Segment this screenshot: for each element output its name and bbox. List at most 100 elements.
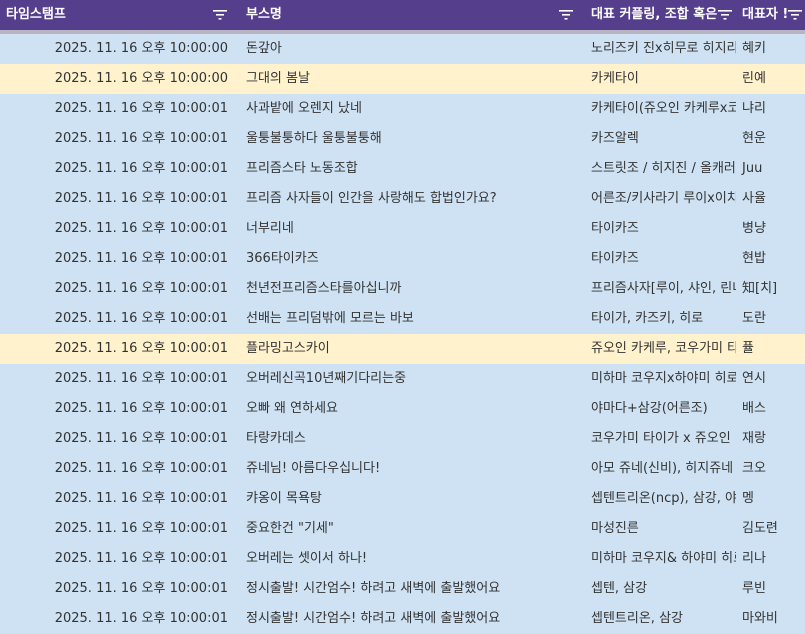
representative-cell[interactable]: 크오 [736,454,805,484]
timestamp-cell[interactable]: 2025. 11. 16 오후 10:00:00 [0,34,234,64]
representative-cell[interactable]: 멩 [736,484,805,514]
booth-name-cell[interactable]: 캬옹이 목욕탕 [240,484,585,514]
table-row[interactable]: 2025. 11. 16 오후 10:00:01 너부리네 타이카즈 병냥 [0,214,805,244]
couple-cell[interactable]: 야마다+삼강(어른조) [585,394,736,424]
couple-cell[interactable]: 미하마 코우지& 하야미 히로 [585,544,736,574]
table-row[interactable]: 2025. 11. 16 오후 10:00:01 정시출발! 시간엄수! 하려고 … [0,604,805,634]
couple-cell[interactable]: 타이가, 카즈키, 히로 [585,304,736,334]
timestamp-cell[interactable]: 2025. 11. 16 오후 10:00:01 [0,424,234,454]
representative-cell[interactable]: 리나 [736,544,805,574]
booth-name-cell[interactable]: 정시출발! 시간엄수! 하려고 새벽에 출발했어요 [240,574,585,604]
table-row[interactable]: 2025. 11. 16 오후 10:00:00 돈갚아 노리즈키 진x히무로 히지… [0,34,805,64]
booth-name-cell[interactable]: 선배는 프리덤밖에 모르는 바보 [240,304,585,334]
booth-name-cell[interactable]: 울퉁불퉁하다 울퉁불퉁해 [240,124,585,154]
table-row[interactable]: 2025. 11. 16 오후 10:00:01 오버레는 셋이서 하나! 미하마 … [0,544,805,574]
timestamp-cell[interactable]: 2025. 11. 16 오후 10:00:01 [0,574,234,604]
column-header-timestamp[interactable]: 타임스탬프 [0,0,240,30]
timestamp-cell[interactable]: 2025. 11. 16 오후 10:00:01 [0,544,234,574]
couple-cell[interactable]: 마성진른 [585,514,736,544]
representative-cell[interactable]: 배스 [736,394,805,424]
couple-cell[interactable]: 카케타이(쥬오인 카케루x코 [585,94,736,124]
couple-cell[interactable]: 스트릿조 / 히지진 / 올캐러 [585,154,736,184]
booth-name-cell[interactable]: 쥬네님! 아름다우십니다! [240,454,585,484]
couple-cell[interactable]: 어른조/키사라기 루이x이치 [585,184,736,214]
booth-name-cell[interactable]: 그대의 봄날 [240,64,585,94]
representative-cell[interactable]: 마와비 [736,604,805,634]
couple-cell[interactable]: 미하마 코우지x하야미 히로 [585,364,736,394]
filter-icon[interactable] [559,9,573,21]
timestamp-cell[interactable]: 2025. 11. 16 오후 10:00:01 [0,124,234,154]
table-row[interactable]: 2025. 11. 16 오후 10:00:01 선배는 프리덤밖에 모르는 바보… [0,304,805,334]
booth-name-cell[interactable]: 프리즘스타 노동조합 [240,154,585,184]
table-row[interactable]: 2025. 11. 16 오후 10:00:01 캬옹이 목욕탕 셉텐트리온(ncp… [0,484,805,514]
couple-cell[interactable]: 타이카즈 [585,214,736,244]
couple-cell[interactable]: 프리즘사자[루이, 샤인, 린네 [585,274,736,304]
column-header-booth[interactable]: 부스명 [240,0,585,30]
table-row[interactable]: 2025. 11. 16 오후 10:00:01 오버레신곡10년째기다리는중 미하… [0,364,805,394]
booth-name-cell[interactable]: 타랑카데스 [240,424,585,454]
representative-cell[interactable]: 도란 [736,304,805,334]
representative-cell[interactable]: 냐리 [736,94,805,124]
booth-name-cell[interactable]: 366타이카즈 [240,244,585,274]
couple-cell[interactable]: 셉텐트리온, 삼강 [585,604,736,634]
timestamp-cell[interactable]: 2025. 11. 16 오후 10:00:01 [0,274,234,304]
couple-cell[interactable]: 타이카즈 [585,244,736,274]
table-row[interactable]: 2025. 11. 16 오후 10:00:01 366타이카즈 타이카즈 현밥 [0,244,805,274]
representative-cell[interactable]: 병냥 [736,214,805,244]
representative-cell[interactable]: 현운 [736,124,805,154]
timestamp-cell[interactable]: 2025. 11. 16 오후 10:00:01 [0,94,234,124]
timestamp-cell[interactable]: 2025. 11. 16 오후 10:00:01 [0,244,234,274]
table-row[interactable]: 2025. 11. 16 오후 10:00:01 프리즘스타 노동조합 스트릿조 /… [0,154,805,184]
representative-cell[interactable]: 루빈 [736,574,805,604]
couple-cell[interactable]: 셉텐, 삼강 [585,574,736,604]
timestamp-cell[interactable]: 2025. 11. 16 오후 10:00:01 [0,454,234,484]
representative-cell[interactable]: 知[치] [736,274,805,304]
table-row[interactable]: 2025. 11. 16 오후 10:00:01 플라밍고스카이 쥬오인 카케루, … [0,334,805,364]
representative-cell[interactable]: 사율 [736,184,805,214]
booth-name-cell[interactable]: 정시출발! 시간엄수! 하려고 새벽에 출발했어요 [240,604,585,634]
timestamp-cell[interactable]: 2025. 11. 16 오후 10:00:01 [0,184,234,214]
table-row[interactable]: 2025. 11. 16 오후 10:00:01 울퉁불퉁하다 울퉁불퉁해 카즈알렉… [0,124,805,154]
table-row[interactable]: 2025. 11. 16 오후 10:00:01 사과밭에 오렌지 났네 카케타이(… [0,94,805,124]
representative-cell[interactable]: 혜키 [736,34,805,64]
booth-name-cell[interactable]: 너부리네 [240,214,585,244]
representative-cell[interactable]: 현밥 [736,244,805,274]
booth-name-cell[interactable]: 중요한건 "기세" [240,514,585,544]
timestamp-cell[interactable]: 2025. 11. 16 오후 10:00:01 [0,304,234,334]
table-row[interactable]: 2025. 11. 16 오후 10:00:01 프리즘 사자들이 인간을 사랑해… [0,184,805,214]
column-header-representative[interactable]: 대표자 ! [736,0,805,30]
representative-cell[interactable]: 김도련 [736,514,805,544]
representative-cell[interactable]: 린예 [736,64,805,94]
timestamp-cell[interactable]: 2025. 11. 16 오후 10:00:00 [0,64,234,94]
representative-cell[interactable]: Juu [736,154,805,184]
booth-name-cell[interactable]: 플라밍고스카이 [240,334,585,364]
filter-icon[interactable] [718,9,732,21]
booth-name-cell[interactable]: 사과밭에 오렌지 났네 [240,94,585,124]
couple-cell[interactable]: 쥬오인 카케루, 코우가미 타 [585,334,736,364]
table-row[interactable]: 2025. 11. 16 오후 10:00:01 쥬네님! 아름다우십니다! 아모 … [0,454,805,484]
table-row[interactable]: 2025. 11. 16 오후 10:00:01 타랑카데스 코우가미 타이가 x … [0,424,805,454]
timestamp-cell[interactable]: 2025. 11. 16 오후 10:00:01 [0,154,234,184]
timestamp-cell[interactable]: 2025. 11. 16 오후 10:00:01 [0,364,234,394]
filter-icon[interactable] [788,9,802,21]
booth-name-cell[interactable]: 천년전프리즘스타를아십니까 [240,274,585,304]
couple-cell[interactable]: 카즈알렉 [585,124,736,154]
timestamp-cell[interactable]: 2025. 11. 16 오후 10:00:01 [0,214,234,244]
representative-cell[interactable]: 퓰 [736,334,805,364]
booth-name-cell[interactable]: 오버레신곡10년째기다리는중 [240,364,585,394]
booth-name-cell[interactable]: 돈갚아 [240,34,585,64]
booth-name-cell[interactable]: 오버레는 셋이서 하나! [240,544,585,574]
table-row[interactable]: 2025. 11. 16 오후 10:00:01 오빠 왜 연하세요 야마다+삼강(… [0,394,805,424]
couple-cell[interactable]: 셉텐트리온(ncp), 삼강, 야마 [585,484,736,514]
timestamp-cell[interactable]: 2025. 11. 16 오후 10:00:01 [0,514,234,544]
booth-name-cell[interactable]: 프리즘 사자들이 인간을 사랑해도 합법인가요? [240,184,585,214]
filter-icon[interactable] [213,9,227,21]
couple-cell[interactable]: 카케타이 [585,64,736,94]
representative-cell[interactable]: 재랑 [736,424,805,454]
timestamp-cell[interactable]: 2025. 11. 16 오후 10:00:01 [0,484,234,514]
timestamp-cell[interactable]: 2025. 11. 16 오후 10:00:01 [0,334,234,364]
couple-cell[interactable]: 노리즈키 진x히무로 히지리 [585,34,736,64]
couple-cell[interactable]: 아모 쥬네(신비), 히지쥬네 [585,454,736,484]
table-row[interactable]: 2025. 11. 16 오후 10:00:00 그대의 봄날 카케타이 린예 [0,64,805,94]
column-header-couple[interactable]: 대표 커플링, 조합 혹은 [585,0,736,30]
